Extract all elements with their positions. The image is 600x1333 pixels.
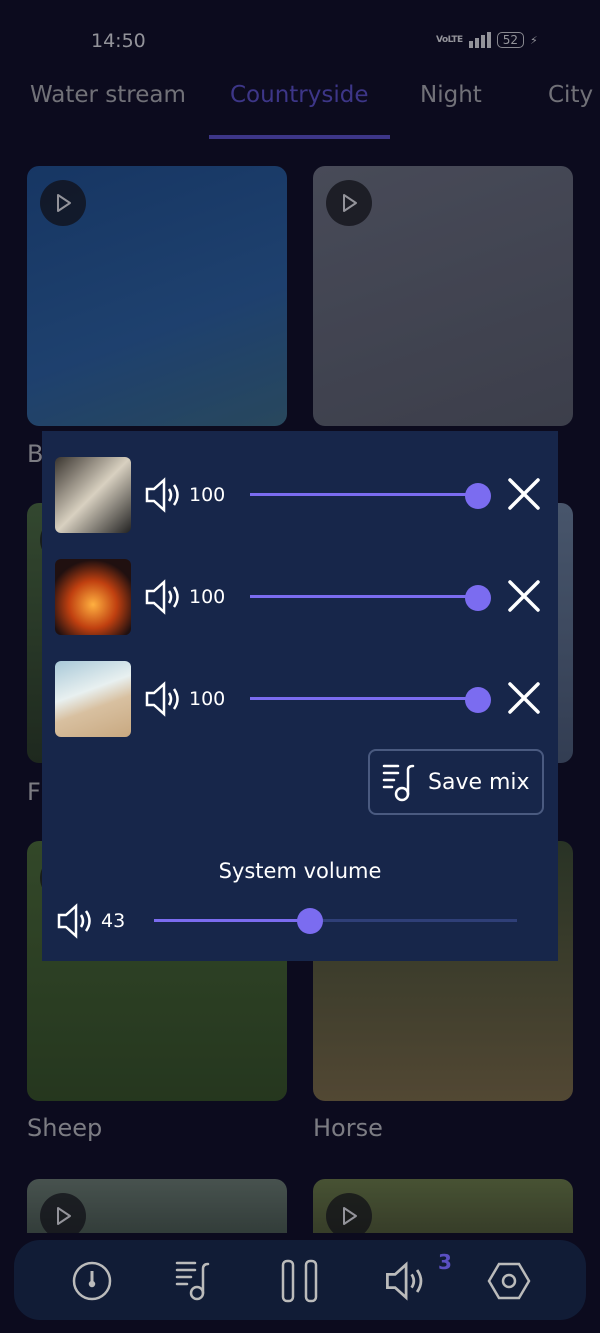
bottom-nav: 3 bbox=[14, 1240, 586, 1320]
active-sounds-button[interactable] bbox=[382, 1258, 428, 1304]
playlist-icon bbox=[175, 1261, 210, 1301]
settings-button[interactable] bbox=[486, 1258, 532, 1304]
volume-value: 100 bbox=[189, 586, 226, 608]
volume-icon bbox=[386, 1261, 423, 1301]
sound-thumbnail bbox=[55, 457, 131, 533]
system-volume-value: 43 bbox=[101, 910, 126, 932]
volume-slider-thumb[interactable] bbox=[465, 483, 491, 509]
system-volume-thumb[interactable] bbox=[297, 908, 324, 934]
volume-slider[interactable] bbox=[250, 595, 480, 598]
system-volume-label: System volume bbox=[218, 859, 382, 883]
timer-button[interactable] bbox=[69, 1258, 115, 1304]
volume-icon bbox=[145, 477, 179, 513]
volume-value: 100 bbox=[189, 688, 226, 710]
mix-item: 100 bbox=[55, 559, 545, 635]
save-mix-button[interactable]: Save mix bbox=[368, 749, 544, 815]
volume-slider[interactable] bbox=[250, 493, 480, 496]
remove-sound-icon[interactable] bbox=[505, 577, 543, 615]
volume-icon bbox=[57, 903, 91, 939]
system-volume-fill bbox=[154, 919, 311, 922]
save-mix-label: Save mix bbox=[428, 769, 530, 795]
mix-panel: 100 100 100 Save mix System volume 43 bbox=[42, 431, 558, 961]
sound-thumbnail bbox=[55, 559, 131, 635]
volume-slider-thumb[interactable] bbox=[465, 585, 491, 611]
remove-sound-icon[interactable] bbox=[505, 679, 543, 717]
mix-item: 100 bbox=[55, 661, 545, 737]
volume-icon bbox=[145, 579, 179, 615]
playlist-button[interactable] bbox=[172, 1258, 218, 1304]
active-sounds-badge: 3 bbox=[438, 1250, 452, 1274]
playlist-icon bbox=[382, 764, 415, 802]
remove-sound-icon[interactable] bbox=[505, 475, 543, 513]
sound-thumbnail bbox=[55, 661, 131, 737]
pause-icon bbox=[281, 1259, 318, 1303]
volume-icon bbox=[145, 681, 179, 717]
volume-slider-thumb[interactable] bbox=[465, 687, 491, 713]
timer-icon bbox=[72, 1261, 112, 1301]
settings-icon bbox=[487, 1262, 531, 1300]
volume-slider[interactable] bbox=[250, 697, 480, 700]
mix-item: 100 bbox=[55, 457, 545, 533]
volume-value: 100 bbox=[189, 484, 226, 506]
pause-button[interactable] bbox=[277, 1258, 323, 1304]
